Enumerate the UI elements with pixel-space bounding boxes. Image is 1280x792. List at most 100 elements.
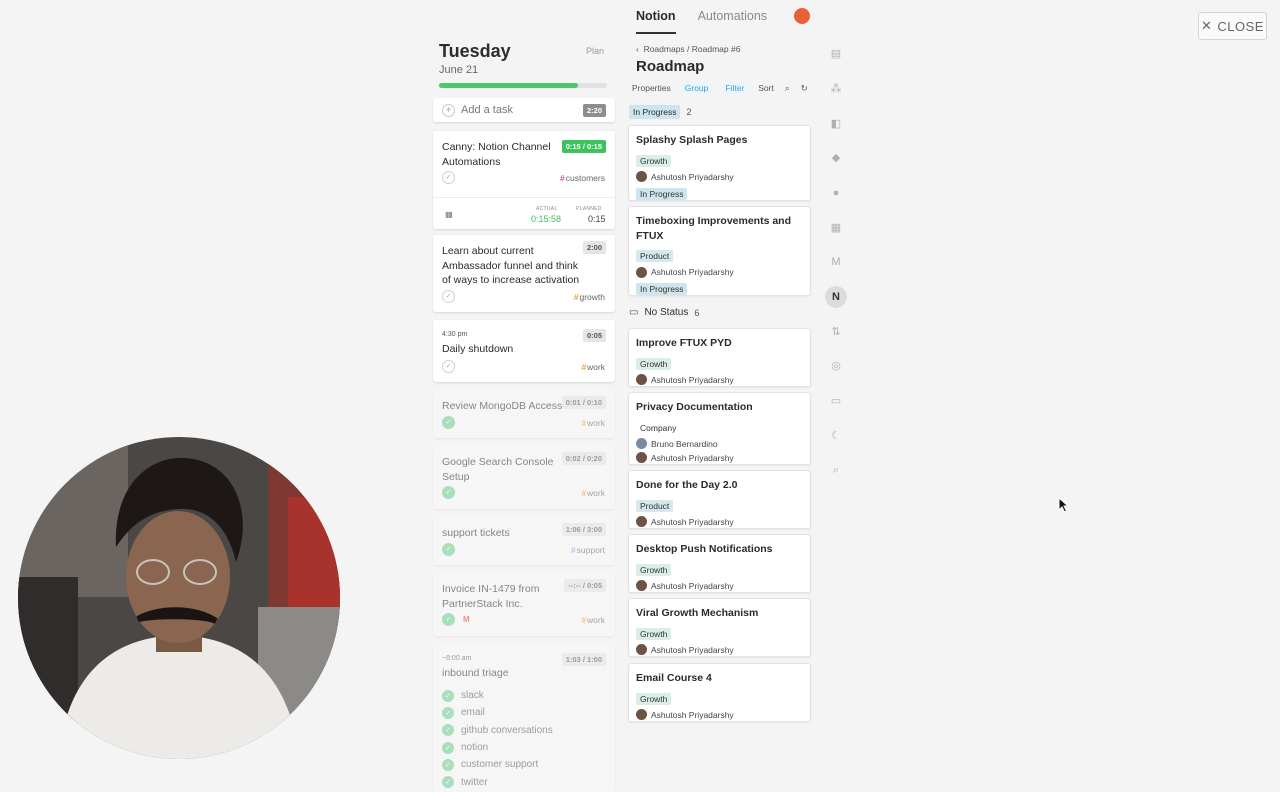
avatar <box>636 452 647 463</box>
card-assignee: Ashutosh Priyadarshy <box>636 373 803 387</box>
subtask-checkbox[interactable]: ✓ <box>442 776 454 789</box>
task-tag[interactable]: #support <box>571 545 605 555</box>
subtask-item[interactable]: ✓ customer support <box>442 756 553 773</box>
subtask-checkbox[interactable]: ✓ <box>442 758 454 771</box>
refresh-icon[interactable]: ↻ <box>801 83 808 94</box>
task-time: 0:05 <box>582 329 606 342</box>
roadmap-card[interactable]: Privacy Documentation Company Bruno Bern… <box>628 392 811 465</box>
mouse-cursor-icon <box>1058 497 1070 513</box>
task-title: Canny: Notion Channel Automations <box>442 141 551 168</box>
gmail-icon[interactable]: M <box>828 254 844 270</box>
pause-icon[interactable]: ▮▮ <box>445 210 453 219</box>
sort-button[interactable]: Sort <box>758 83 774 93</box>
task-card[interactable]: ~8:00 am inbound triage 1:03 / 1:00 ✓ sla… <box>433 644 615 792</box>
calendar-icon[interactable]: ▤ <box>828 46 844 62</box>
avatar <box>636 709 647 720</box>
card-tag: Company <box>636 421 681 434</box>
plan-link[interactable]: Plan <box>586 46 604 56</box>
task-checkbox[interactable]: ✓ <box>442 486 455 499</box>
subtask-item[interactable]: ✓ email <box>442 704 553 721</box>
task-checkbox[interactable]: ✓ <box>442 613 455 626</box>
subtask-list: ✓ slack ✓ email ✓ github conversations ✓ not… <box>442 687 553 791</box>
group-header-no-status[interactable]: ▭ No Status 6 <box>629 307 699 318</box>
task-checkbox[interactable]: ✓ <box>442 416 455 429</box>
task-tag[interactable]: #work <box>581 362 605 372</box>
user-avatar[interactable] <box>794 8 810 24</box>
sheet-icon[interactable]: ▦ <box>828 220 844 236</box>
subtask-item[interactable]: ✓ github conversations <box>442 722 553 739</box>
subtask-item[interactable]: ✓ notion <box>442 739 553 756</box>
task-time: 2:00 <box>582 241 606 254</box>
close-button[interactable]: ✕ CLOSE <box>1198 12 1267 40</box>
subtask-checkbox[interactable]: ✓ <box>442 741 454 754</box>
task-card[interactable]: Invoice IN-1479 from PartnerStack Inc. -… <box>433 573 615 636</box>
roadmap-card[interactable]: Splashy Splash Pages Growth Ashutosh Pri… <box>628 125 811 201</box>
card-assignee: Bruno Bernardino <box>636 437 803 451</box>
panel-tabs: Notion Automations <box>636 0 767 34</box>
task-card[interactable]: support tickets 1:06 / 3:00 ✓ #support <box>433 517 615 565</box>
task-title: Invoice IN-1479 from PartnerStack Inc. <box>442 583 540 610</box>
planned-value: 0:15 <box>588 214 606 224</box>
roadmap-card[interactable]: Viral Growth Mechanism Growth Ashutosh P… <box>628 598 811 657</box>
archive-icon[interactable]: ▭ <box>828 393 844 409</box>
task-card[interactable]: Canny: Notion Channel Automations 0:15 /… <box>433 131 615 229</box>
task-tag[interactable]: #growth <box>574 292 605 302</box>
integration-rail: ▤ ⁂ ◧ ◆ ● ▦ M N ⇅ ◎ ▭ ☾ ⌕ <box>819 0 853 792</box>
people-icon[interactable]: ⁂ <box>828 81 844 97</box>
task-tag[interactable]: #work <box>581 418 605 428</box>
subtask-checkbox[interactable]: ✓ <box>442 706 454 719</box>
progress-fill <box>439 83 579 88</box>
avatar <box>636 374 647 385</box>
properties-button[interactable]: Properties <box>632 83 671 93</box>
planned-label: PLANNED <box>576 206 602 212</box>
notion-icon[interactable]: N <box>825 286 847 308</box>
subtask-checkbox[interactable]: ✓ <box>442 689 454 702</box>
subtask-checkbox[interactable]: ✓ <box>442 724 454 737</box>
plus-icon: + <box>442 103 455 117</box>
roadmap-card[interactable]: Desktop Push Notifications Growth Ashuto… <box>628 534 811 593</box>
task-card[interactable]: Google Search Console Setup 0:02 / 0:20 … <box>433 446 615 509</box>
github-icon[interactable]: ● <box>828 185 844 201</box>
roadmap-card[interactable]: Timeboxing Improvements and FTUX Product… <box>628 206 811 296</box>
filter-button[interactable]: Filter <box>722 82 748 94</box>
card-assignee: Ashutosh Priyadarshy <box>636 451 803 465</box>
diamond-icon[interactable]: ◆ <box>828 150 844 166</box>
subtask-item[interactable]: ✓ slack <box>442 687 553 704</box>
task-title: Review MongoDB Access <box>442 400 563 412</box>
task-checkbox[interactable]: ✓ <box>442 543 455 556</box>
tab-automations[interactable]: Automations <box>698 0 767 34</box>
task-checkbox[interactable]: ✓ <box>442 360 455 373</box>
trello-icon[interactable]: ◧ <box>828 116 844 132</box>
subtask-item[interactable]: ✓ twitter <box>442 773 553 790</box>
group-button[interactable]: Group <box>681 82 712 94</box>
search-icon[interactable]: ⌕ <box>828 462 844 478</box>
task-card[interactable]: Review MongoDB Access 0:01 / 0:10 ✓ #wor… <box>433 390 615 438</box>
target-icon[interactable]: ◎ <box>828 358 844 374</box>
roadmap-card[interactable]: Email Course 4 Growth Ashutosh Priyadars… <box>628 663 811 722</box>
tab-notion[interactable]: Notion <box>636 0 676 34</box>
task-checkbox[interactable]: ✓ <box>442 290 455 303</box>
roadmap-card[interactable]: Improve FTUX PYD Growth Ashutosh Priyada… <box>628 328 811 387</box>
actual-label: ACTUAL <box>536 206 558 212</box>
avatar <box>636 438 647 449</box>
add-task-button[interactable]: + Add a task 2:20 <box>433 98 615 122</box>
notion-toolbar: Properties Group Filter Sort ⌕ ↻ <box>632 82 808 94</box>
task-card[interactable]: 4:30 pm Daily shutdown 0:05 ✓ #work <box>433 320 615 382</box>
card-title: Desktop Push Notifications <box>636 543 773 555</box>
task-tag[interactable]: #work <box>581 488 605 498</box>
card-status: In Progress <box>636 283 688 295</box>
task-card[interactable]: Learn about current Ambassador funnel an… <box>433 235 615 312</box>
sync-icon[interactable]: ⇅ <box>828 324 844 340</box>
breadcrumb[interactable]: ‹ Roadmaps / Roadmap #6 <box>636 44 740 54</box>
avatar <box>636 266 647 278</box>
roadmap-card[interactable]: Done for the Day 2.0 Product Ashutosh Pr… <box>628 470 811 529</box>
card-assignee: Ashutosh Priyadarshy <box>636 643 803 657</box>
card-tag: Growth <box>636 154 672 167</box>
task-tag[interactable]: #work <box>581 615 605 625</box>
search-icon[interactable]: ⌕ <box>785 83 790 94</box>
back-chevron-icon[interactable]: ‹ <box>636 44 644 54</box>
task-tag[interactable]: #customers <box>560 173 605 183</box>
moon-icon[interactable]: ☾ <box>828 428 844 444</box>
group-header-in-progress[interactable]: In Progress 2 <box>629 105 691 119</box>
task-checkbox[interactable]: ✓ <box>442 171 455 184</box>
